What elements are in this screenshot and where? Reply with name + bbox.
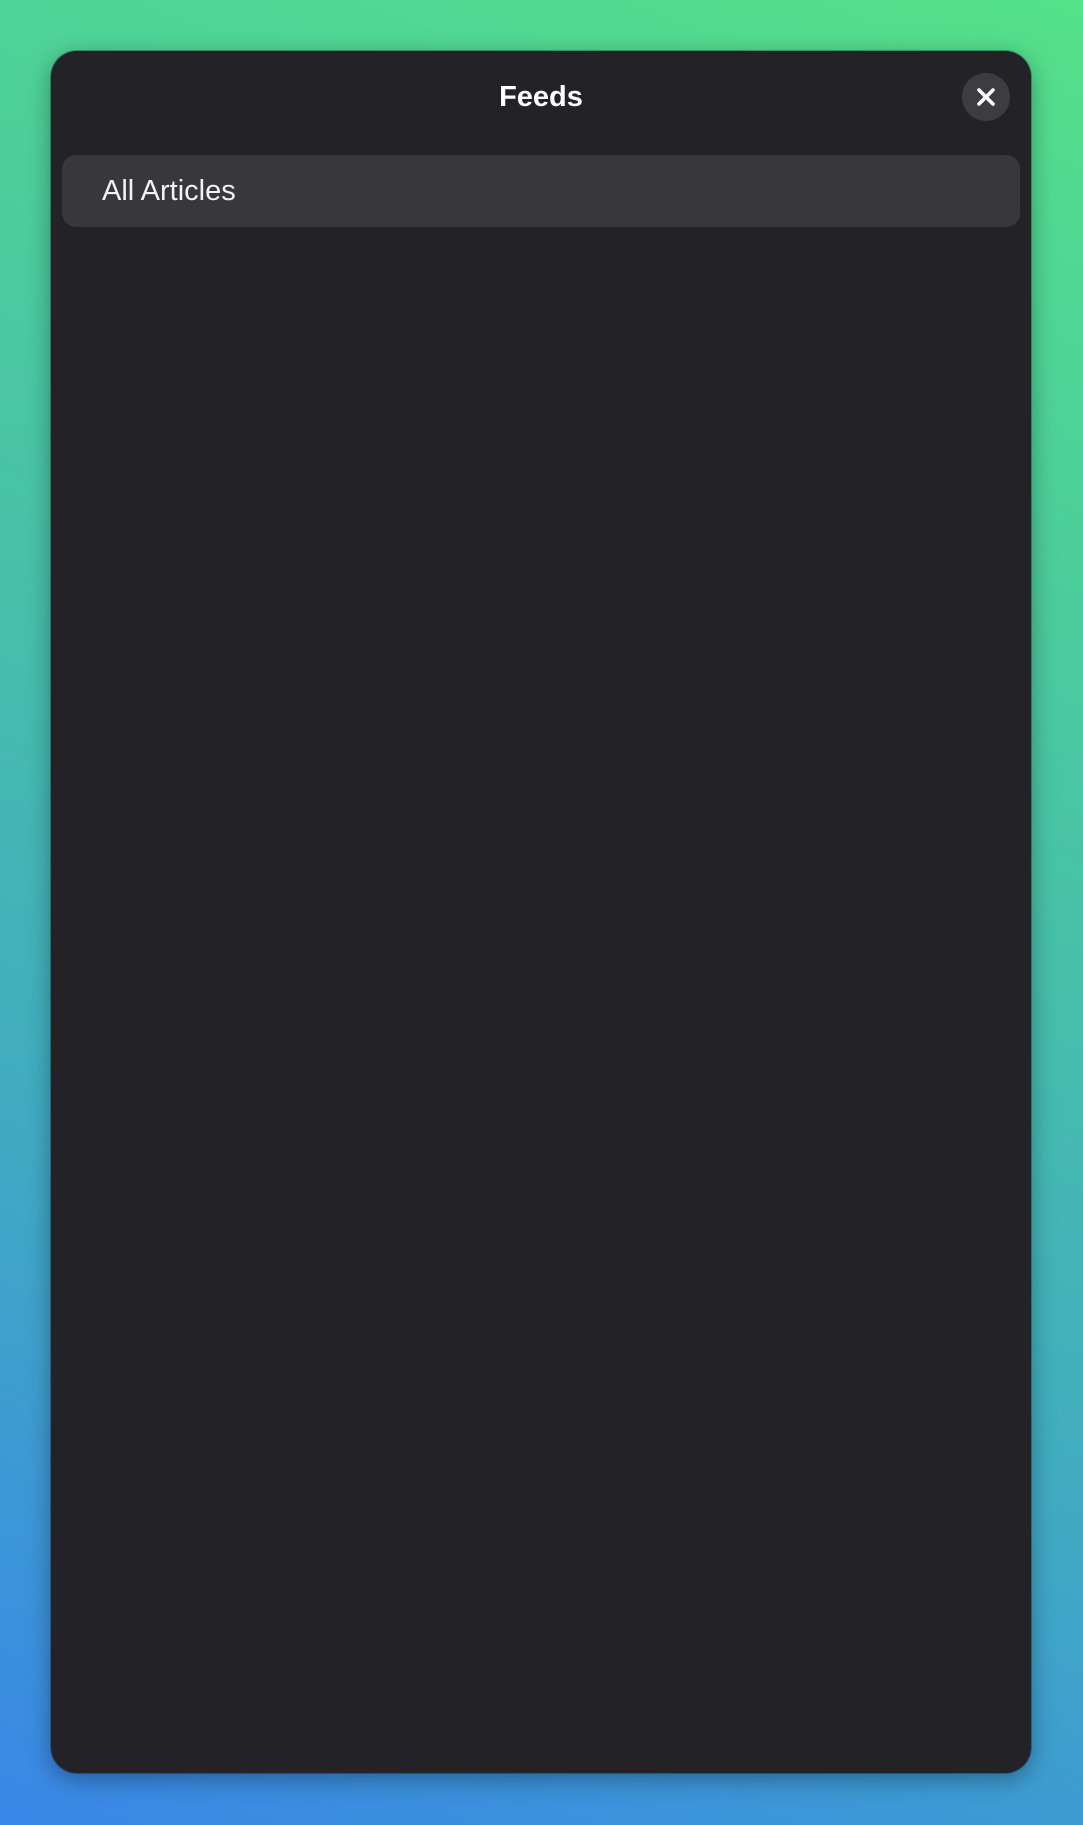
headerbar: Feeds (51, 51, 1031, 147)
close-icon (977, 88, 995, 106)
feed-row-label: All Articles (102, 174, 236, 207)
feed-list: All Articles (62, 155, 1020, 227)
feeds-dialog: Feeds All Articles (51, 51, 1031, 1773)
feed-row-all-articles[interactable]: All Articles (62, 155, 1020, 227)
dialog-title: Feeds (499, 81, 583, 113)
close-button[interactable] (962, 73, 1010, 121)
